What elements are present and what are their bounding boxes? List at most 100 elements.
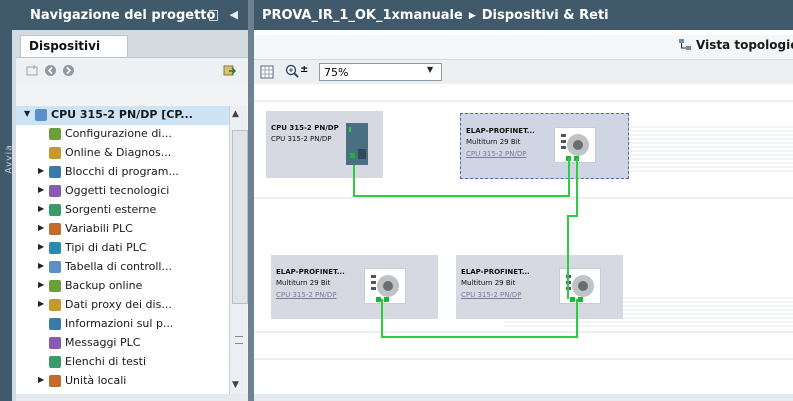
port-icon[interactable] bbox=[384, 297, 389, 302]
chevron-down-icon[interactable]: ▼ bbox=[24, 109, 30, 118]
tree-item-label: Dati proxy dei dis... bbox=[65, 298, 172, 311]
grid-icon[interactable] bbox=[260, 65, 274, 79]
tree-item[interactable]: ▶ Unità locali bbox=[16, 372, 229, 391]
online-backup-icon bbox=[49, 280, 61, 292]
tree-item[interactable]: ▶ Blocchi di program... bbox=[16, 163, 229, 182]
device-type: Multiturn 29 Bit bbox=[276, 279, 331, 287]
editor-breadcrumb: PROVA_IR_1_OK_1xmanuale ▶ Dispositivi & Re… bbox=[254, 0, 793, 30]
tree-item-label: Oggetti tecnologici bbox=[65, 184, 170, 197]
tree-item[interactable]: ▶ Sorgenti esterne bbox=[16, 201, 229, 220]
tree-item-label: Unità locali bbox=[65, 374, 127, 387]
new-folder-icon[interactable] bbox=[26, 64, 39, 77]
tree-item-label: Messaggi PLC bbox=[65, 336, 141, 349]
technology-objects-icon bbox=[49, 185, 61, 197]
external-sources-icon bbox=[49, 204, 61, 216]
project-tree: ▼ CPU 315-2 PN/DP [CP... Configurazione di… bbox=[16, 106, 229, 394]
scroll-up-icon[interactable]: ▲ bbox=[232, 109, 239, 119]
canvas-horizontal-scrollbar[interactable] bbox=[254, 394, 793, 401]
tree-item-label: Tabella di controll... bbox=[65, 260, 172, 273]
plc-tags-icon bbox=[49, 223, 61, 235]
device-name: ELAP-PROFINET... bbox=[466, 127, 535, 135]
device-type: Multiturn 29 Bit bbox=[461, 279, 516, 287]
breadcrumb-separator-icon: ▶ bbox=[468, 11, 476, 21]
tree-item-label: Backup online bbox=[65, 279, 143, 292]
tree-item[interactable]: ▶ Oggetti tecnologici bbox=[16, 182, 229, 201]
tree-item-label: Sorgenti esterne bbox=[65, 203, 157, 216]
network-view-canvas[interactable]: CPU 315-2 PN/DP CPU 315-2 PN/DP ELAP-PRO… bbox=[254, 84, 793, 394]
tree-item-label: Online & Diagnos... bbox=[65, 146, 172, 159]
device-plc-link[interactable]: CPU 315-2 PN/DP bbox=[461, 291, 521, 299]
zoom-select[interactable]: 75% ▼ bbox=[319, 63, 442, 81]
project-navigation-title: Navigazione del progetto bbox=[30, 8, 216, 23]
chevron-right-icon[interactable]: ▶ bbox=[38, 166, 44, 175]
device-elap-encoder-1[interactable]: ELAP-PROFINET... Multiturn 29 Bit CPU 31… bbox=[460, 113, 629, 179]
breadcrumb-project[interactable]: PROVA_IR_1_OK_1xmanuale bbox=[262, 8, 463, 23]
proxy-data-icon bbox=[49, 299, 61, 311]
chevron-right-icon[interactable]: ▶ bbox=[38, 223, 44, 232]
chevron-down-icon[interactable]: ▼ bbox=[427, 65, 439, 79]
topology-icon bbox=[679, 39, 691, 50]
tree-item[interactable]: Informazioni sul p... bbox=[16, 315, 229, 334]
port-icon[interactable] bbox=[570, 297, 575, 302]
chevron-right-icon[interactable]: ▶ bbox=[38, 261, 44, 270]
tree-item-label: Blocchi di program... bbox=[65, 165, 179, 178]
port-icon[interactable] bbox=[376, 297, 381, 302]
chevron-right-icon[interactable]: ▶ bbox=[38, 185, 44, 194]
breadcrumb-devices-networks[interactable]: Dispositivi & Reti bbox=[482, 8, 609, 23]
chevron-right-icon[interactable]: ▶ bbox=[38, 299, 44, 308]
collapse-panel-icon[interactable]: ◀ bbox=[230, 8, 238, 21]
device-type: Multiturn 29 Bit bbox=[466, 138, 521, 146]
tree-item-label: Elenchi di testi bbox=[65, 355, 147, 368]
chevron-right-icon[interactable]: ▶ bbox=[38, 242, 44, 251]
program-blocks-icon bbox=[49, 166, 61, 178]
tree-item[interactable]: Elenchi di testi bbox=[16, 353, 229, 372]
tree-item[interactable]: Configurazione di... bbox=[16, 125, 229, 144]
port-icon[interactable] bbox=[566, 156, 571, 161]
cpu-module-icon bbox=[346, 123, 368, 165]
topology-view-button[interactable]: Vista topologic bbox=[678, 38, 793, 52]
tree-vertical-scrollbar[interactable]: ▲ ▼ bbox=[229, 106, 248, 394]
devices-toolbar bbox=[16, 58, 248, 84]
tree-item[interactable]: ▼ CPU 315-2 PN/DP [CP... bbox=[16, 106, 229, 125]
device-cpu[interactable]: CPU 315-2 PN/DP CPU 315-2 PN/DP bbox=[266, 111, 383, 178]
tree-item[interactable]: ▶ Tipi di dati PLC bbox=[16, 239, 229, 258]
plc-messages-icon bbox=[49, 337, 61, 349]
view-tabs-bar: Vista topologic bbox=[254, 35, 793, 60]
device-plc-link[interactable]: CPU 315-2 PN/DP bbox=[276, 291, 336, 299]
device-type: CPU 315-2 PN/DP bbox=[271, 135, 332, 143]
zoom-value: 75% bbox=[324, 66, 349, 79]
tree-item[interactable]: ▶ Backup online bbox=[16, 277, 229, 296]
cpu-icon bbox=[35, 109, 47, 121]
tree-item[interactable]: ▶ Tabella di controll... bbox=[16, 258, 229, 277]
back-icon[interactable] bbox=[44, 64, 57, 77]
device-elap-encoder-3[interactable]: ELAP-PROFINET... Multiturn 29 Bit CPU 31… bbox=[456, 255, 623, 319]
scroll-down-icon[interactable]: ▼ bbox=[232, 380, 239, 390]
chevron-right-icon[interactable]: ▶ bbox=[38, 280, 44, 289]
tree-item[interactable]: Messaggi PLC bbox=[16, 334, 229, 353]
zoom-icon[interactable] bbox=[285, 64, 299, 79]
chevron-right-icon[interactable]: ▶ bbox=[38, 204, 44, 213]
tree-horizontal-scrollbar[interactable] bbox=[16, 394, 248, 401]
device-name: ELAP-PROFINET... bbox=[276, 268, 345, 276]
tree-item-label: Variabili PLC bbox=[65, 222, 133, 235]
tree-item[interactable]: ▶ Variabili PLC bbox=[16, 220, 229, 239]
chevron-right-icon[interactable]: ▶ bbox=[38, 375, 44, 384]
plc-data-types-icon bbox=[49, 242, 61, 254]
device-plc-link[interactable]: CPU 315-2 PN/DP bbox=[466, 150, 526, 158]
start-side-tab[interactable]: Avvia bbox=[0, 30, 15, 401]
tree-item[interactable]: ▶ Dati proxy dei dis... bbox=[16, 296, 229, 315]
tree-item-label: Tipi di dati PLC bbox=[65, 241, 147, 254]
device-name: ELAP-PROFINET... bbox=[461, 268, 530, 276]
scroll-thumb[interactable] bbox=[232, 130, 248, 304]
devices-tab[interactable]: Dispositivi bbox=[20, 35, 128, 57]
port-icon[interactable] bbox=[574, 156, 579, 161]
device-elap-encoder-2[interactable]: ELAP-PROFINET... Multiturn 29 Bit CPU 31… bbox=[271, 255, 438, 319]
pin-icon[interactable] bbox=[209, 10, 218, 21]
device-view-icon[interactable] bbox=[223, 64, 236, 77]
forward-icon[interactable] bbox=[62, 64, 75, 77]
topology-view-label[interactable]: Vista topologic bbox=[696, 38, 793, 52]
port-icon[interactable] bbox=[578, 297, 583, 302]
tree-item-label: Informazioni sul p... bbox=[65, 317, 174, 330]
tree-item[interactable]: Online & Diagnos... bbox=[16, 144, 229, 163]
zoom-step-icon[interactable]: ± bbox=[300, 64, 308, 75]
